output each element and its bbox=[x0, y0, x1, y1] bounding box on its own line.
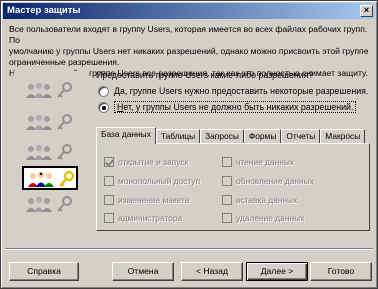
checkbox-exclusive[interactable]: монопольный доступ bbox=[104, 175, 200, 187]
tab-database[interactable]: База данных bbox=[96, 127, 156, 144]
radio-grant-label: Да, группе Users нужно предоставить неко… bbox=[114, 86, 369, 96]
tab-queries[interactable]: Запросы bbox=[200, 129, 244, 144]
checkbox-box[interactable] bbox=[104, 195, 114, 205]
tab-reports[interactable]: Отчеты bbox=[281, 129, 321, 144]
cancel-button[interactable]: Отмена bbox=[112, 262, 174, 281]
key-icon bbox=[57, 82, 72, 98]
intro-line-2: умолчанию у группы Users нет никаких раз… bbox=[9, 46, 369, 56]
checkbox-label: чтение данных bbox=[236, 157, 295, 167]
users-group-icon bbox=[26, 82, 52, 98]
intro-line-3: ограниченные разрешения. bbox=[9, 57, 120, 67]
window-title: Мастер защиты bbox=[7, 5, 81, 16]
checkbox-delete-data[interactable]: удаление данных bbox=[222, 212, 304, 224]
checkbox-read-data[interactable]: чтение данных bbox=[222, 156, 294, 168]
checkbox-administer[interactable]: администратора bbox=[104, 212, 182, 224]
illustration-row-1 bbox=[22, 79, 78, 103]
users-group-icon bbox=[26, 196, 52, 212]
tab-macros[interactable]: Макросы bbox=[320, 129, 366, 144]
key-icon bbox=[57, 196, 72, 212]
question-label: Предоставить группе Users какие-либо раз… bbox=[96, 70, 314, 80]
close-button[interactable]: × bbox=[360, 5, 373, 17]
checkbox-update-data[interactable]: обновление данных bbox=[222, 175, 314, 187]
illustration-row-selected bbox=[22, 166, 78, 190]
intro-line-1: Все пользователи входят в группу Users, … bbox=[9, 24, 368, 45]
checkbox-box[interactable] bbox=[104, 157, 114, 167]
checkbox-label: монопольный доступ bbox=[118, 176, 200, 186]
checkbox-box[interactable] bbox=[222, 176, 232, 186]
wizard-illustration bbox=[14, 71, 88, 221]
checkbox-label: администратора bbox=[118, 213, 183, 223]
checkbox-label: изменение макета bbox=[118, 195, 190, 205]
checkbox-label: обновление данных bbox=[236, 176, 314, 186]
back-button[interactable]: < Назад bbox=[181, 262, 243, 281]
checkbox-label: удаление данных bbox=[236, 213, 305, 223]
checkbox-box[interactable] bbox=[222, 195, 232, 205]
checkbox-insert-data[interactable]: вставка данных bbox=[222, 194, 297, 206]
radio-no-permissions-label: Нет, у группы Users не должно быть никак… bbox=[114, 101, 357, 113]
key-icon bbox=[57, 144, 72, 160]
next-button[interactable]: Далее > bbox=[246, 262, 308, 281]
permissions-panel: открытие и запуск монопольный доступ изм… bbox=[96, 143, 370, 231]
checkbox-box[interactable] bbox=[222, 157, 232, 167]
illustration-row-3 bbox=[22, 141, 78, 165]
key-icon bbox=[57, 114, 72, 130]
radio-grant-permissions[interactable]: Да, группе Users нужно предоставить неко… bbox=[98, 84, 368, 98]
finish-button[interactable]: Готово bbox=[310, 262, 372, 281]
checkbox-open-run[interactable]: открытие и запуск bbox=[104, 156, 188, 168]
object-type-tabs: База данных Таблицы Запросы Формы Отчеты… bbox=[96, 127, 366, 144]
footer-separator bbox=[5, 248, 373, 250]
key-icon bbox=[59, 170, 75, 187]
checkbox-label: вставка данных bbox=[236, 195, 298, 205]
checkbox-box[interactable] bbox=[222, 213, 232, 223]
radio-button-checked[interactable] bbox=[98, 101, 109, 113]
checkbox-label: открытие и запуск bbox=[118, 157, 189, 167]
security-wizard-window: Мастер защиты × Все пользователи входят … bbox=[0, 0, 378, 289]
illustration-row-2 bbox=[22, 111, 78, 135]
tab-tables[interactable]: Таблицы bbox=[155, 129, 201, 144]
users-group-icon bbox=[28, 171, 54, 187]
users-group-icon bbox=[26, 114, 52, 130]
title-bar: Мастер защиты × bbox=[3, 3, 375, 19]
users-group-icon bbox=[26, 144, 52, 160]
checkbox-box[interactable] bbox=[104, 176, 114, 186]
help-button[interactable]: Справка bbox=[9, 262, 79, 281]
checkbox-modify-design[interactable]: изменение макета bbox=[104, 194, 189, 206]
radio-no-permissions[interactable]: Нет, у группы Users не должно быть никак… bbox=[98, 100, 357, 114]
checkbox-box[interactable] bbox=[104, 213, 114, 223]
radio-button[interactable] bbox=[98, 85, 109, 97]
illustration-row-5 bbox=[22, 193, 78, 217]
tab-forms[interactable]: Формы bbox=[243, 129, 282, 144]
